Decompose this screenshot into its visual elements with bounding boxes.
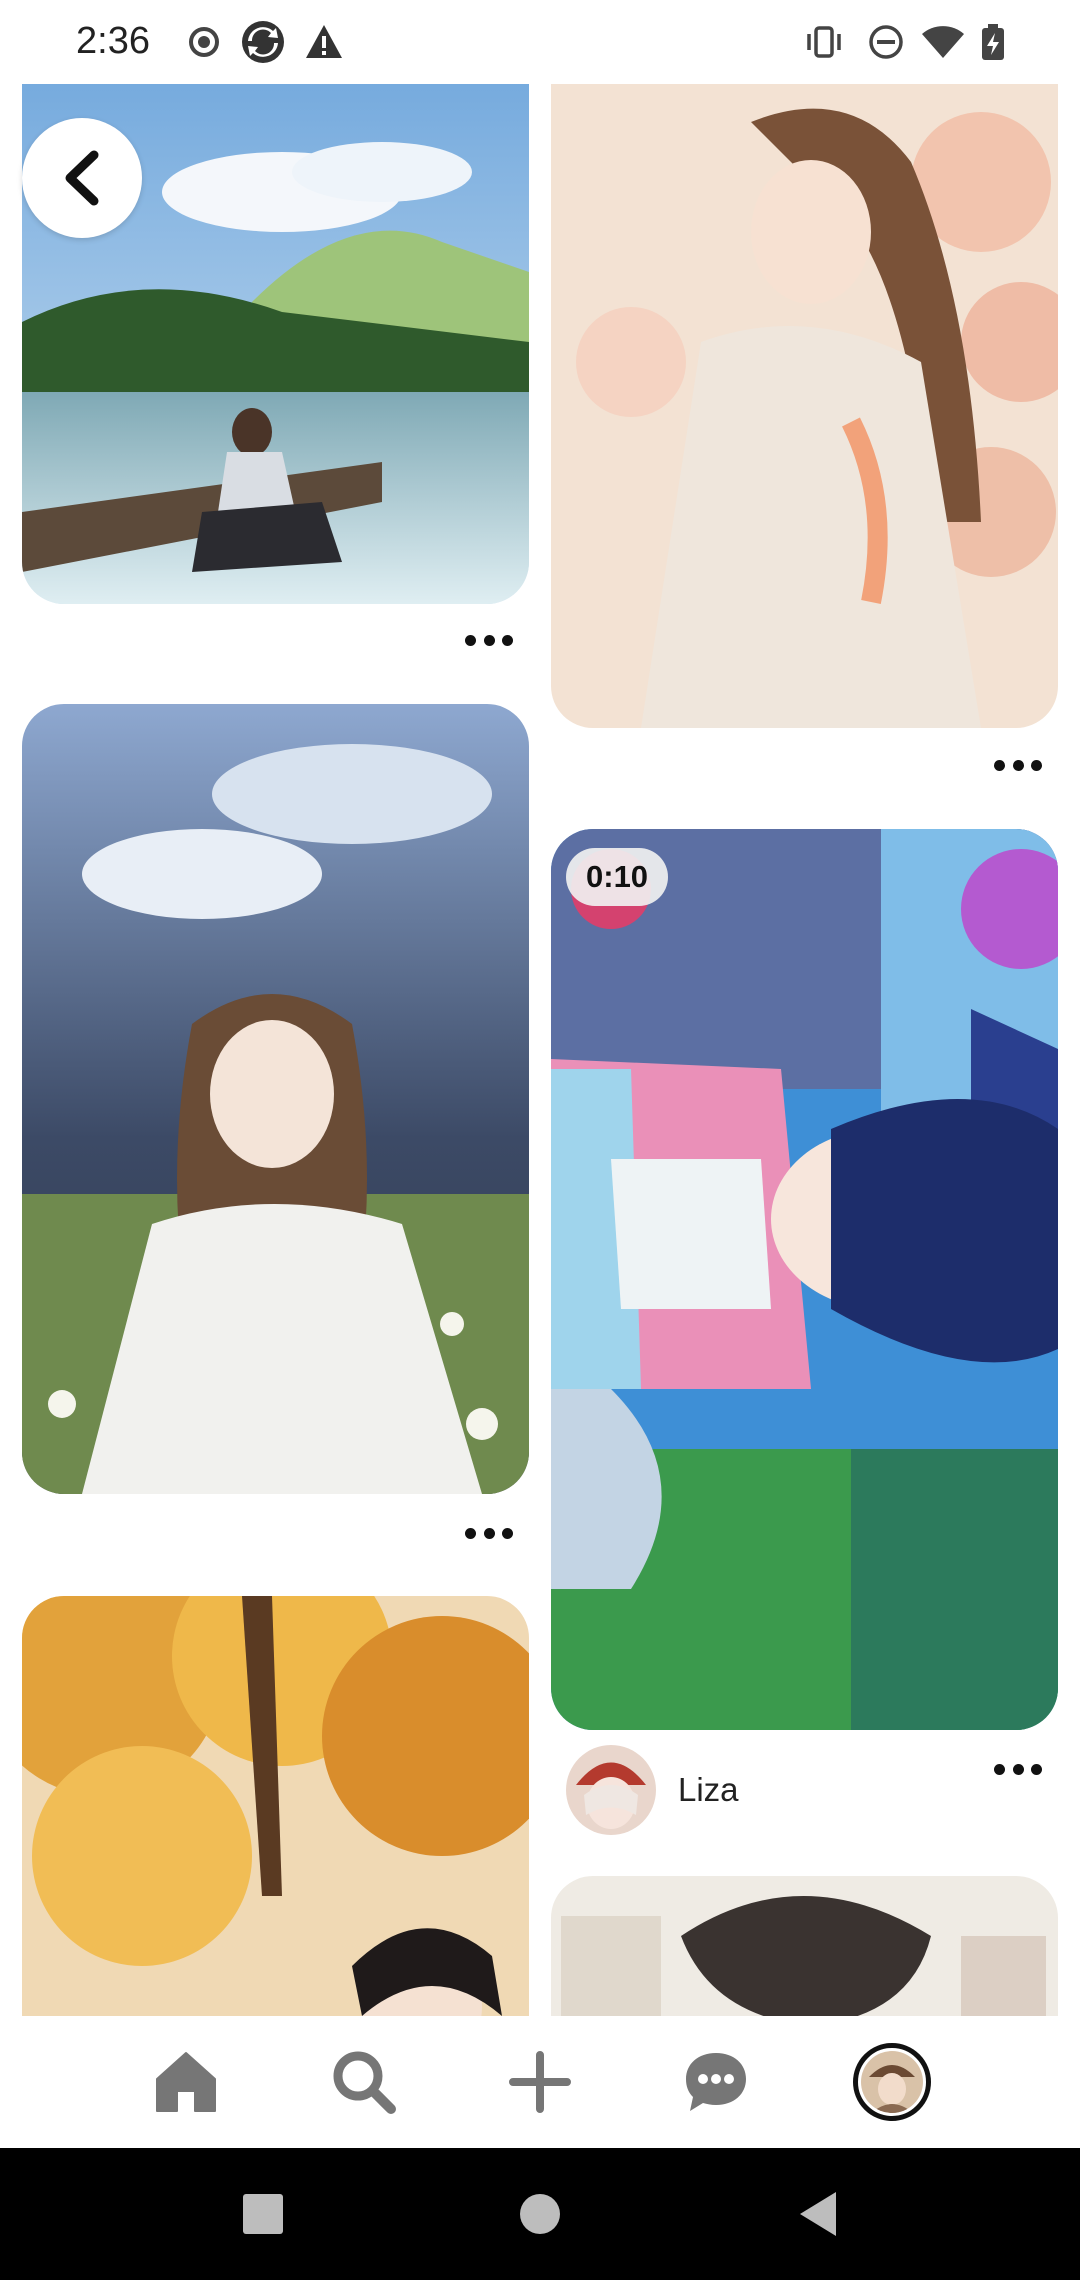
nav-messages[interactable] xyxy=(668,2034,764,2130)
pin-meadow-girl[interactable] xyxy=(22,704,529,1494)
status-bar: 2:36 xyxy=(0,0,1080,84)
search-icon xyxy=(333,2051,396,2114)
warning-icon xyxy=(306,25,342,58)
status-time: 2:36 xyxy=(76,20,150,62)
nav-profile[interactable] xyxy=(844,2034,940,2130)
battery-charging-icon xyxy=(982,24,1004,60)
bottom-nav xyxy=(0,2016,1080,2148)
pin-sketch-boy[interactable] xyxy=(551,1876,1058,2016)
video-duration-badge: 0:10 xyxy=(566,848,669,906)
vibrate-icon xyxy=(807,26,841,58)
back-button[interactable] xyxy=(22,118,142,238)
chevron-left-icon xyxy=(65,150,99,206)
pin-video-hanfu[interactable] xyxy=(551,829,1058,1730)
more-options-button[interactable] xyxy=(988,1754,1048,1784)
recents-button[interactable] xyxy=(233,2184,293,2244)
pin-feed[interactable] xyxy=(0,84,1080,2016)
pin-creator[interactable]: Liza xyxy=(566,1745,739,1835)
pin-image xyxy=(551,829,1058,1730)
sync-icon xyxy=(242,21,284,63)
pin-flower-princess[interactable] xyxy=(551,84,1058,728)
pin-image xyxy=(22,704,529,1494)
more-options-button[interactable] xyxy=(988,750,1048,780)
pin-image xyxy=(551,1876,1058,2016)
more-options-button[interactable] xyxy=(459,1518,519,1548)
nav-search[interactable] xyxy=(316,2034,412,2130)
circle-icon xyxy=(520,2194,560,2234)
square-icon xyxy=(243,2194,283,2234)
wifi-icon xyxy=(922,26,964,58)
home-icon xyxy=(156,2052,216,2112)
creator-avatar[interactable] xyxy=(566,1745,656,1835)
pin-image xyxy=(22,1596,529,2016)
system-nav-bar xyxy=(0,2148,1080,2280)
triangle-back-icon xyxy=(800,2192,836,2236)
plus-icon xyxy=(509,2051,571,2113)
chat-icon xyxy=(686,2053,746,2111)
back-nav-button[interactable] xyxy=(788,2184,848,2244)
nav-create[interactable] xyxy=(492,2034,588,2130)
avatar xyxy=(853,2043,931,2121)
creator-name[interactable]: Liza xyxy=(678,1771,739,1809)
do-not-disturb-icon xyxy=(869,25,903,59)
pin-image xyxy=(551,84,1058,728)
pin-autumn-tree[interactable] xyxy=(22,1596,529,2016)
home-button[interactable] xyxy=(510,2184,570,2244)
more-options-button[interactable] xyxy=(459,625,519,655)
nav-home[interactable] xyxy=(138,2034,234,2130)
record-icon xyxy=(189,27,219,57)
